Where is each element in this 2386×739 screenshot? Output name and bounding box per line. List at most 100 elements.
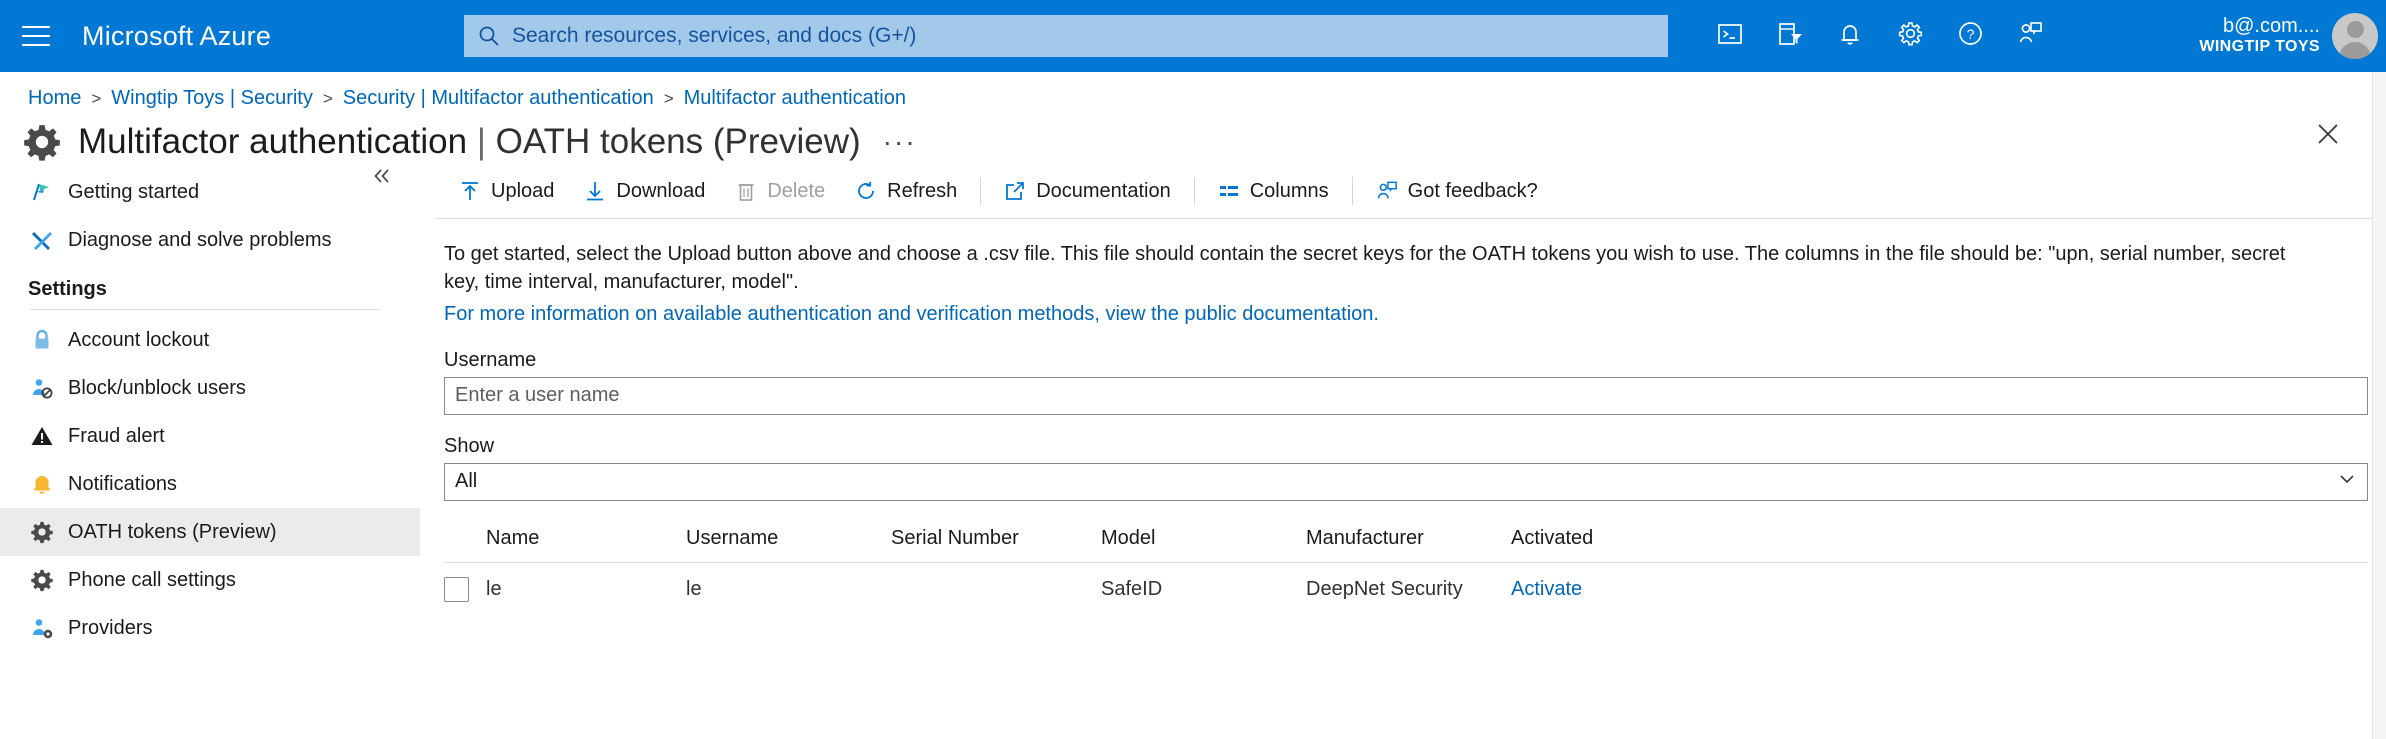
- table-row[interactable]: le le SafeID DeepNet Security Activate: [444, 563, 2368, 617]
- trash-icon: [735, 180, 757, 202]
- command-separator: [1352, 177, 1353, 205]
- sidebar-item-label: Getting started: [68, 181, 199, 204]
- sidebar-item-getting-started[interactable]: Getting started: [0, 168, 420, 216]
- close-blade-button[interactable]: [2310, 118, 2346, 154]
- column-header-serial-number[interactable]: Serial Number: [891, 527, 1101, 550]
- sidebar-item-label: OATH tokens (Preview): [68, 521, 277, 544]
- vertical-scrollbar[interactable]: [2372, 72, 2386, 739]
- feedback-person-icon: [1376, 180, 1398, 202]
- user-block-icon: [30, 376, 64, 400]
- hamburger-menu-button[interactable]: [0, 0, 72, 72]
- sidebar-item-label: Phone call settings: [68, 569, 236, 592]
- breadcrumb-item-security-mfa[interactable]: Security | Multifactor authentication: [343, 87, 654, 110]
- upload-arrow-icon: [459, 180, 481, 202]
- blade-body: Getting started Diagnose and solve probl…: [0, 162, 2386, 725]
- column-header-activated[interactable]: Activated: [1511, 527, 2368, 550]
- page-title: Multifactor authentication | OATH tokens…: [78, 122, 861, 162]
- gear-icon: [22, 122, 62, 162]
- breadcrumb-item-home[interactable]: Home: [28, 87, 81, 110]
- row-checkbox[interactable]: [444, 577, 469, 602]
- svg-text:?: ?: [1966, 26, 1974, 42]
- public-documentation-link[interactable]: For more information on available authen…: [444, 301, 1379, 329]
- command-label: Delete: [767, 180, 825, 203]
- account-email: b@.com....: [2199, 15, 2320, 39]
- header-icon-group: ?: [1700, 0, 2060, 72]
- breadcrumb-item-wingtip-security[interactable]: Wingtip Toys | Security: [111, 87, 313, 110]
- show-field-wrap: All: [429, 463, 2386, 501]
- help-question-icon: ?: [1957, 20, 1984, 52]
- breadcrumb-separator: >: [323, 89, 333, 109]
- show-select[interactable]: All: [444, 463, 2368, 501]
- sidebar-item-fraud-alert[interactable]: Fraud alert: [0, 412, 420, 460]
- column-header-name[interactable]: Name: [486, 527, 686, 550]
- column-header-manufacturer[interactable]: Manufacturer: [1306, 527, 1511, 550]
- sidebar-divider: [30, 309, 380, 310]
- collapse-sidebar-button[interactable]: [372, 166, 392, 192]
- more-options-button[interactable]: ···: [883, 136, 917, 147]
- help-button[interactable]: ?: [1940, 0, 2000, 72]
- sidebar-item-notifications[interactable]: Notifications: [0, 460, 420, 508]
- info-paragraph: To get started, select the Upload button…: [444, 241, 2316, 296]
- username-input[interactable]: [444, 377, 2368, 415]
- sidebar-item-label: Account lockout: [68, 329, 209, 352]
- sidebar-item-oath-tokens-preview[interactable]: OATH tokens (Preview): [0, 508, 420, 556]
- refresh-circle-icon: [855, 180, 877, 202]
- sidebar-item-label: Fraud alert: [68, 425, 165, 448]
- global-search[interactable]: [464, 15, 1668, 57]
- cell-model: SafeID: [1101, 578, 1306, 601]
- command-bar: Upload Download: [429, 164, 2386, 218]
- lock-icon: [30, 328, 64, 352]
- breadcrumb-separator: >: [664, 89, 674, 109]
- feedback-button[interactable]: [2000, 0, 2060, 72]
- directories-subscriptions-button[interactable]: [1760, 0, 1820, 72]
- command-label: Upload: [491, 180, 554, 203]
- notifications-button[interactable]: [1820, 0, 1880, 72]
- download-arrow-icon: [584, 180, 606, 202]
- refresh-button[interactable]: Refresh: [840, 171, 972, 211]
- download-button[interactable]: Download: [569, 171, 720, 211]
- activate-link[interactable]: Activate: [1511, 578, 1582, 600]
- close-icon: [2317, 123, 2339, 150]
- account-menu[interactable]: b@.com.... WINGTIP TOYS: [2199, 0, 2378, 72]
- sidebar-item-phone-call-settings[interactable]: Phone call settings: [0, 556, 420, 604]
- page-title-sub: OATH tokens (Preview): [496, 122, 861, 161]
- show-select-value: All: [455, 470, 477, 493]
- column-header-username[interactable]: Username: [686, 527, 891, 550]
- brand-title[interactable]: Microsoft Azure: [82, 21, 271, 52]
- notifications-bell-icon: [1837, 21, 1863, 52]
- external-link-icon: [1004, 180, 1026, 202]
- user-gear-icon: [30, 616, 64, 640]
- cell-name: le: [486, 578, 686, 601]
- rocket-flag-icon: [30, 180, 64, 204]
- table-header-row: Name Username Serial Number Model Manufa…: [444, 527, 2368, 562]
- sidebar-item-account-lockout[interactable]: Account lockout: [0, 316, 420, 364]
- cloud-shell-button[interactable]: [1700, 0, 1760, 72]
- cell-username: le: [686, 578, 891, 601]
- sidebar-item-diagnose-and-solve-problems[interactable]: Diagnose and solve problems: [0, 216, 420, 264]
- columns-button[interactable]: Columns: [1203, 171, 1344, 211]
- hamburger-icon: [22, 25, 50, 47]
- documentation-button[interactable]: Documentation: [989, 171, 1186, 211]
- got-feedback-button[interactable]: Got feedback?: [1361, 171, 1553, 211]
- cell-activated: Activate: [1511, 578, 2368, 601]
- feedback-person-icon: [2017, 20, 2044, 52]
- warning-triangle-icon: [30, 424, 64, 448]
- command-label: Documentation: [1036, 180, 1171, 203]
- delete-button[interactable]: Delete: [720, 171, 840, 211]
- settings-button[interactable]: [1880, 0, 1940, 72]
- sidebar-item-block-unblock-users[interactable]: Block/unblock users: [0, 364, 420, 412]
- column-header-model[interactable]: Model: [1101, 527, 1306, 550]
- breadcrumb-item-mfa[interactable]: Multifactor authentication: [684, 87, 906, 110]
- command-label: Got feedback?: [1408, 180, 1538, 203]
- upload-button[interactable]: Upload: [444, 171, 569, 211]
- info-block: To get started, select the Upload button…: [429, 219, 2386, 329]
- command-label: Download: [616, 180, 705, 203]
- show-label: Show: [429, 415, 2386, 463]
- wrench-screwdriver-icon: [30, 228, 64, 252]
- account-organization: WINGTIP TOYS: [2199, 38, 2320, 57]
- sidebar-item-providers[interactable]: Providers: [0, 604, 420, 652]
- avatar[interactable]: [2332, 13, 2378, 59]
- command-separator: [980, 177, 981, 205]
- sidebar-item-label: Diagnose and solve problems: [68, 229, 332, 252]
- search-input[interactable]: [512, 24, 1654, 48]
